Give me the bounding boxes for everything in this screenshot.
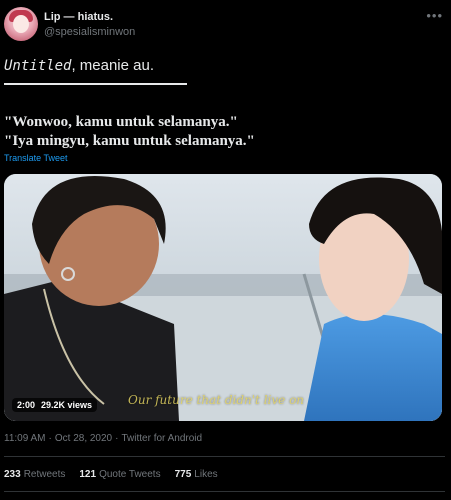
tweet-source[interactable]: Twitter for Android bbox=[121, 433, 202, 444]
likes-label: Likes bbox=[194, 469, 218, 480]
meta-separator-1: · bbox=[48, 433, 52, 444]
tweet-quote-line-2: "Iya mingyu, kamu untuk selamanya." bbox=[4, 133, 255, 149]
user-handle[interactable]: @spesialisminwon bbox=[44, 26, 135, 38]
tweet-stats: 233 Retweets 121 Quote Tweets 775 Likes bbox=[4, 469, 232, 480]
meta-separator-2: · bbox=[115, 433, 119, 444]
tweet-meta: 11:09 AM · Oct 28, 2020 · Twitter for Androi… bbox=[4, 433, 202, 444]
quote-tweets-count: 121 bbox=[79, 469, 97, 480]
retweets-label: Retweets bbox=[23, 469, 66, 480]
tweet-title-line: Untitled, meanie au. bbox=[4, 57, 154, 74]
video-views: 29.2K views bbox=[41, 400, 93, 410]
display-name[interactable]: Lip — hiatus. bbox=[44, 11, 113, 23]
quote-tweets-label: Quote Tweets bbox=[99, 469, 161, 480]
tweet: Lip — hiatus. @spesialisminwon ••• Untit… bbox=[0, 0, 451, 500]
video-subtitle: Our future that didn't live on bbox=[128, 393, 305, 407]
tweet-date[interactable]: Oct 28, 2020 bbox=[55, 433, 112, 444]
text-divider bbox=[4, 83, 187, 85]
translate-tweet-link[interactable]: Translate Tweet bbox=[4, 153, 68, 163]
quote-tweets-stat[interactable]: 121 Quote Tweets bbox=[79, 469, 160, 480]
retweets-stat[interactable]: 233 Retweets bbox=[4, 469, 65, 480]
video-duration: 2:00 bbox=[17, 400, 36, 410]
tweet-quote-line-1: "Wonwoo, kamu untuk selamanya." bbox=[4, 114, 238, 130]
likes-count: 775 bbox=[174, 469, 192, 480]
tweet-title-italic: Untitled bbox=[4, 58, 72, 74]
video-player[interactable]: Our future that didn't live on 2:00 29.2K… bbox=[4, 174, 442, 421]
retweets-count: 233 bbox=[4, 469, 21, 480]
more-options-icon[interactable]: ••• bbox=[426, 9, 443, 22]
likes-stat[interactable]: 775 Likes bbox=[175, 469, 218, 480]
stats-divider-bottom bbox=[4, 491, 445, 492]
video-duration-badge: 2:00 29.2K views bbox=[12, 398, 98, 412]
avatar[interactable] bbox=[4, 7, 38, 41]
avatar-face bbox=[13, 15, 29, 33]
tweet-time[interactable]: 11:09 AM bbox=[4, 433, 46, 444]
tweet-title-rest: , meanie au. bbox=[71, 57, 154, 74]
video-frame bbox=[4, 174, 442, 421]
stats-divider-top bbox=[4, 456, 445, 457]
